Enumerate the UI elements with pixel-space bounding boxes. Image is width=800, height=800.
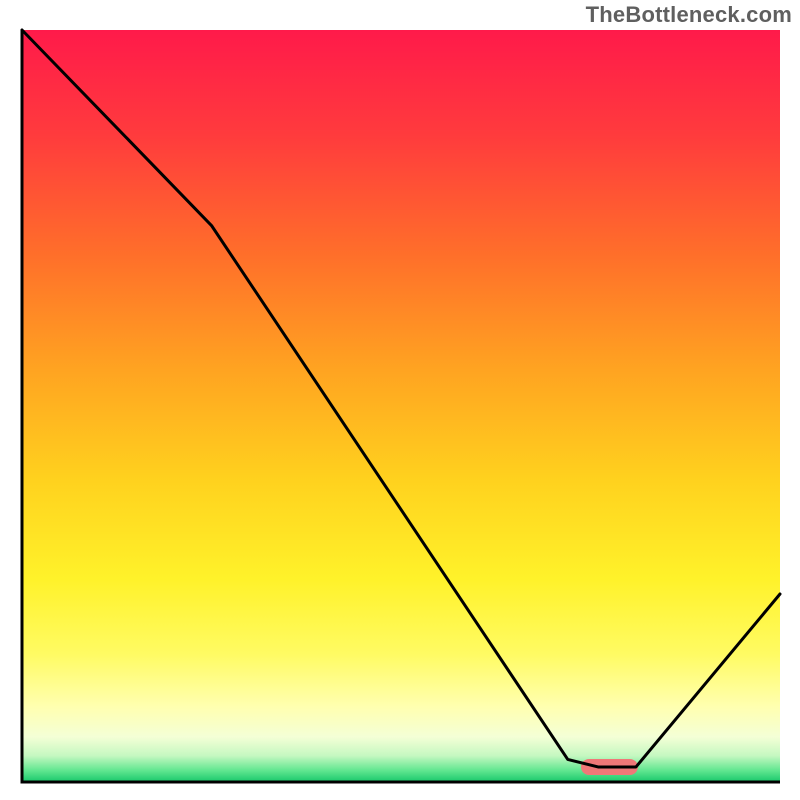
watermark-text: TheBottleneck.com bbox=[586, 2, 792, 28]
chart-container: TheBottleneck.com bbox=[0, 0, 800, 800]
plot-background bbox=[22, 30, 780, 782]
bottleneck-chart bbox=[0, 0, 800, 800]
